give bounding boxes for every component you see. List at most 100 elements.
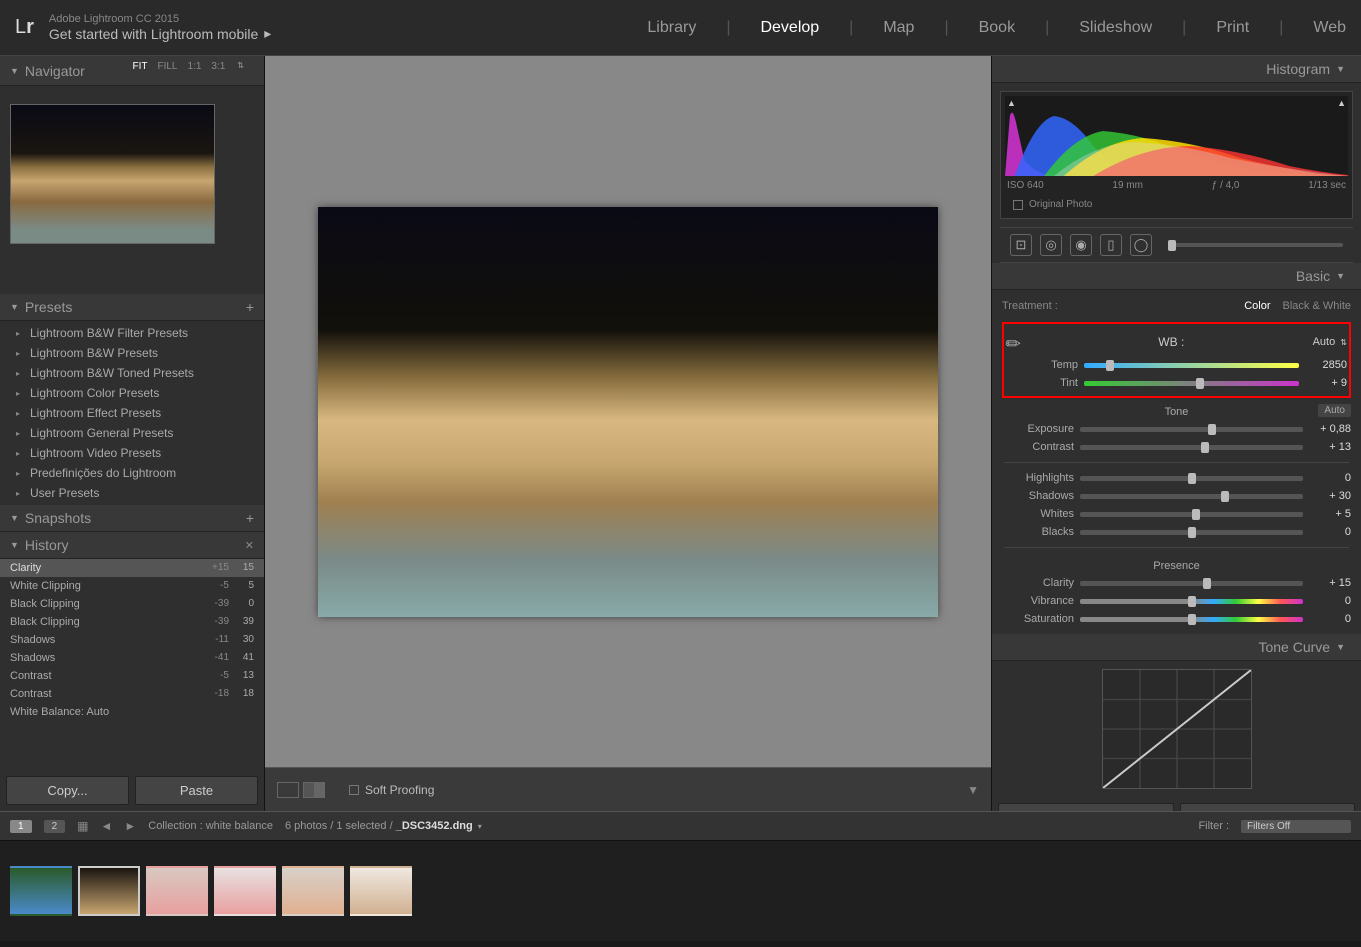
preset-folder[interactable]: Lightroom Color Presets <box>0 383 264 403</box>
treatment-color[interactable]: Color <box>1244 300 1270 312</box>
shadow-clip-icon[interactable]: ▲ <box>1007 98 1016 108</box>
history-item[interactable]: Clarity+1515 <box>0 559 264 577</box>
module-slideshow[interactable]: Slideshow <box>1079 19 1152 37</box>
saturation-slider[interactable] <box>1080 617 1303 622</box>
loupe-view-icon[interactable] <box>277 782 299 798</box>
thumbnail[interactable] <box>350 866 412 916</box>
compare-view-icon[interactable] <box>303 782 325 798</box>
filmstrip[interactable] <box>0 841 1361 941</box>
exposure-slider[interactable] <box>1080 427 1303 432</box>
blacks-slider[interactable] <box>1080 530 1303 535</box>
history-item[interactable]: Black Clipping-3939 <box>0 613 264 631</box>
paste-button[interactable]: Paste <box>135 776 258 805</box>
wb-dropdown[interactable]: Auto ⇅ <box>1313 336 1347 348</box>
zoom-1-1[interactable]: 1:1 <box>187 61 201 72</box>
previous-button[interactable]: Previous <box>998 803 1174 811</box>
presets-header[interactable]: ▼Presets+ <box>0 294 264 321</box>
zoom-fill[interactable]: FILL <box>157 61 177 72</box>
navigator-thumbnail[interactable] <box>10 104 215 244</box>
thumbnail[interactable] <box>282 866 344 916</box>
tone-curve-graph[interactable] <box>1102 669 1252 789</box>
preset-folder[interactable]: Lightroom Video Presets <box>0 443 264 463</box>
radial-tool-icon[interactable]: ◯ <box>1130 234 1152 256</box>
treatment-bw[interactable]: Black & White <box>1283 300 1351 312</box>
history-item[interactable]: White Clipping-55 <box>0 577 264 595</box>
mobile-link[interactable]: Get started with Lightroom mobile▸ <box>49 25 271 42</box>
tone-curve-header[interactable]: Tone Curve▼ <box>992 634 1361 661</box>
grid-icon[interactable]: ▦ <box>77 819 88 833</box>
history-item[interactable]: Contrast-513 <box>0 667 264 685</box>
zoom-fit[interactable]: FIT <box>132 61 147 72</box>
preset-folder[interactable]: User Presets <box>0 483 264 503</box>
temp-value[interactable]: 2850 <box>1305 359 1347 371</box>
history-item[interactable]: Black Clipping-390 <box>0 595 264 613</box>
module-map[interactable]: Map <box>883 19 914 37</box>
navigator-header[interactable]: ▼Navigator FIT FILL 1:1 3:1⇅ <box>0 56 264 86</box>
preset-folder[interactable]: Predefinições do Lightroom <box>0 463 264 483</box>
preset-folder[interactable]: Lightroom Effect Presets <box>0 403 264 423</box>
histogram-graph[interactable]: ▲ ▲ <box>1005 96 1348 176</box>
module-print[interactable]: Print <box>1216 19 1249 37</box>
shadows-slider[interactable] <box>1080 494 1303 499</box>
filter-dropdown[interactable]: Filters Off <box>1241 820 1351 833</box>
module-book[interactable]: Book <box>979 19 1015 37</box>
history-item[interactable]: White Balance: Auto <box>0 703 264 719</box>
add-snapshot-icon[interactable]: + <box>246 510 254 526</box>
preset-folder[interactable]: Lightroom General Presets <box>0 423 264 443</box>
preset-folder[interactable]: Lightroom B&W Presets <box>0 343 264 363</box>
crop-tool-icon[interactable]: ⊡ <box>1010 234 1032 256</box>
reset-button[interactable]: Reset <box>1180 803 1356 811</box>
mask-slider[interactable] <box>1168 243 1343 247</box>
vibrance-value[interactable]: 0 <box>1309 595 1351 607</box>
exposure-value[interactable]: + 0,88 <box>1309 423 1351 435</box>
history-item[interactable]: Shadows-4141 <box>0 649 264 667</box>
history-item[interactable]: Shadows-1130 <box>0 631 264 649</box>
temp-slider[interactable] <box>1084 363 1299 368</box>
highlights-value[interactable]: 0 <box>1309 472 1351 484</box>
copy-button[interactable]: Copy... <box>6 776 129 805</box>
redeye-tool-icon[interactable]: ◉ <box>1070 234 1092 256</box>
preset-folder[interactable]: Lightroom B&W Toned Presets <box>0 363 264 383</box>
saturation-value[interactable]: 0 <box>1309 613 1351 625</box>
snapshots-header[interactable]: ▼Snapshots+ <box>0 505 264 532</box>
thumbnail[interactable] <box>214 866 276 916</box>
clear-history-icon[interactable]: ✕ <box>245 539 254 552</box>
wb-eyedropper-icon[interactable]: ✎ <box>1001 325 1035 359</box>
shadows-value[interactable]: + 30 <box>1309 490 1351 502</box>
toolbar-menu-icon[interactable]: ▼ <box>967 783 979 797</box>
spot-tool-icon[interactable]: ◎ <box>1040 234 1062 256</box>
highlights-slider[interactable] <box>1080 476 1303 481</box>
tint-slider[interactable] <box>1084 381 1299 386</box>
add-preset-icon[interactable]: + <box>246 299 254 315</box>
prev-photo-icon[interactable]: ◄ <box>100 819 112 833</box>
thumbnail[interactable] <box>10 866 72 916</box>
next-photo-icon[interactable]: ► <box>124 819 136 833</box>
whites-value[interactable]: + 5 <box>1309 508 1351 520</box>
main-window-button[interactable]: 1 <box>10 820 32 833</box>
gradient-tool-icon[interactable]: ▯ <box>1100 234 1122 256</box>
second-window-button[interactable]: 2 <box>44 820 66 833</box>
tone-auto-button[interactable]: Auto <box>1318 404 1351 417</box>
basic-header[interactable]: Basic▼ <box>992 263 1361 290</box>
history-header[interactable]: ▼History✕ <box>0 532 264 559</box>
history-item[interactable]: Contrast-1818 <box>0 685 264 703</box>
thumbnail-selected[interactable] <box>78 866 140 916</box>
clarity-slider[interactable] <box>1080 581 1303 586</box>
preset-folder[interactable]: Lightroom B&W Filter Presets <box>0 323 264 343</box>
main-photo[interactable] <box>318 207 938 617</box>
contrast-slider[interactable] <box>1080 445 1303 450</box>
highlight-clip-icon[interactable]: ▲ <box>1337 98 1346 108</box>
whites-slider[interactable] <box>1080 512 1303 517</box>
thumbnail[interactable] <box>146 866 208 916</box>
vibrance-slider[interactable] <box>1080 599 1303 604</box>
original-photo-checkbox[interactable] <box>1013 200 1023 210</box>
collection-label[interactable]: Collection : white balance <box>148 820 273 832</box>
module-develop[interactable]: Develop <box>760 19 819 37</box>
module-library[interactable]: Library <box>647 19 696 37</box>
zoom-3-1[interactable]: 3:1 <box>211 61 225 72</box>
blacks-value[interactable]: 0 <box>1309 526 1351 538</box>
histogram-header[interactable]: Histogram▼ <box>992 56 1361 83</box>
contrast-value[interactable]: + 13 <box>1309 441 1351 453</box>
module-web[interactable]: Web <box>1313 19 1346 37</box>
tint-value[interactable]: + 9 <box>1305 377 1347 389</box>
